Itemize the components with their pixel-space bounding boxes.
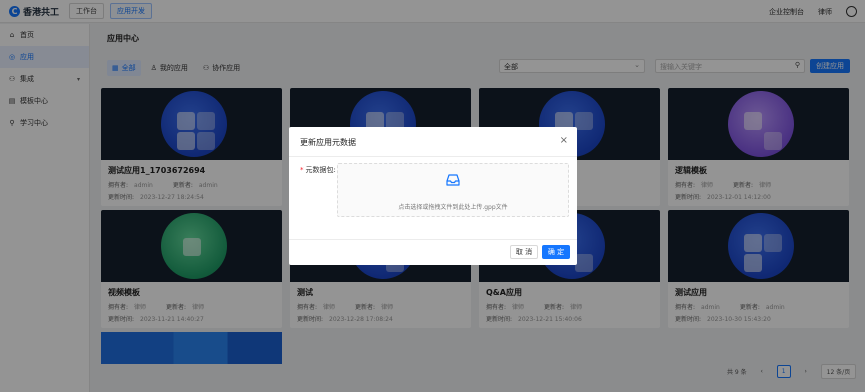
cancel-button[interactable]: 取 消 [510, 245, 538, 259]
close-icon[interactable]: × [560, 135, 568, 146]
upload-dropzone[interactable]: 点击选择或拖拽文件到此处上传.gpp文件 [337, 163, 569, 217]
update-metadata-dialog: 更新应用元数据 × * 元数据包: 点击选择或拖拽文件到此处上传.gpp文件 取 … [289, 127, 577, 265]
inbox-icon [445, 172, 461, 188]
dialog-title: 更新应用元数据 [300, 138, 356, 147]
required-mark: * [300, 166, 304, 174]
metadata-field-label: * 元数据包: [300, 165, 336, 175]
divider [289, 239, 577, 240]
divider [289, 156, 577, 157]
confirm-button[interactable]: 确 定 [542, 245, 570, 259]
field-label-text: 元数据包: [305, 166, 336, 174]
upload-hint: 点击选择或拖拽文件到此处上传.gpp文件 [398, 204, 508, 211]
